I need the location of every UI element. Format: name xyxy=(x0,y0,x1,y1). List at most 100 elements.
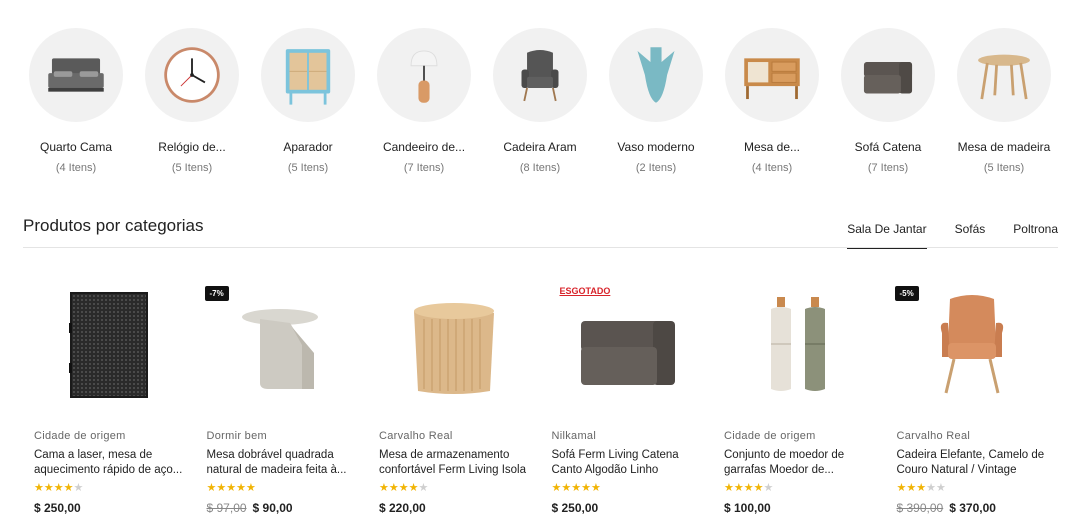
category-count: (5 Itens) xyxy=(287,162,329,174)
product-name[interactable]: Mesa dobrável quadrada natural de madeir… xyxy=(207,448,357,478)
bed-icon xyxy=(48,58,104,92)
star-filled-icon: ★ xyxy=(246,482,256,494)
product-name[interactable]: Mesa de armazenamento confortável Ferm L… xyxy=(379,448,529,478)
star-empty-icon: ★ xyxy=(936,482,946,494)
category-name[interactable]: Candeeiro de... xyxy=(383,140,465,154)
category-count: (8 Itens) xyxy=(519,162,561,174)
product-price: $ 90,00 xyxy=(252,501,293,515)
star-filled-icon: ★ xyxy=(916,482,927,494)
star-filled-icon: ★ xyxy=(561,482,572,494)
product-price: $ 250,00 xyxy=(34,501,81,515)
category-item[interactable]: Aparador (5 Itens) xyxy=(250,28,366,174)
product-image[interactable]: ESGOTADO xyxy=(552,268,702,418)
category-name[interactable]: Mesa de... xyxy=(744,140,800,154)
star-empty-icon: ★ xyxy=(926,482,936,494)
tab-poltrona[interactable]: Poltrona xyxy=(1013,222,1058,249)
product-rating: ★★★★★ xyxy=(379,482,552,494)
product-price-block: $ 250,00 xyxy=(552,501,725,515)
star-filled-icon: ★ xyxy=(571,482,582,494)
category-name[interactable]: Cadeira Aram xyxy=(503,140,576,154)
product-image[interactable] xyxy=(724,268,874,418)
star-filled-icon: ★ xyxy=(733,482,744,494)
category-name[interactable]: Sofá Catena xyxy=(855,140,922,154)
category-image[interactable] xyxy=(957,28,1051,122)
product-brand: Nilkamal xyxy=(551,430,597,442)
category-name[interactable]: Aparador xyxy=(283,140,332,154)
category-count: (2 Itens) xyxy=(635,162,677,174)
product-price-block: $ 220,00 xyxy=(379,501,552,515)
category-name[interactable]: Relógio de... xyxy=(158,140,225,154)
category-item[interactable]: Quarto Cama (4 Itens) xyxy=(18,28,134,174)
product-brand: Carvalho Real xyxy=(896,430,971,442)
star-filled-icon: ★ xyxy=(581,482,591,494)
star-empty-icon: ★ xyxy=(73,482,84,494)
product-name[interactable]: Conjunto de moedor de garrafas Moedor de… xyxy=(724,448,874,478)
category-item[interactable]: Cadeira Aram (8 Itens) xyxy=(482,28,598,174)
star-filled-icon: ★ xyxy=(743,482,754,494)
product-image[interactable] xyxy=(34,268,184,418)
product-brand: Carvalho Real xyxy=(379,430,453,442)
category-tabs: Sala De Jantar Sofás Poltrona xyxy=(847,222,1058,249)
discount-badge: -5% xyxy=(894,286,919,301)
star-filled-icon: ★ xyxy=(379,482,389,494)
category-image[interactable] xyxy=(145,28,239,122)
vase-icon xyxy=(637,47,675,103)
product-name[interactable]: Sofá Ferm Living Catena Canto Algodão Li… xyxy=(552,448,702,478)
product-image[interactable]: -5% xyxy=(894,268,1047,418)
product-name[interactable]: Cama a laser, mesa de aquecimento rápido… xyxy=(34,448,184,478)
star-empty-icon: ★ xyxy=(763,482,774,494)
product-image[interactable]: -7% xyxy=(204,268,357,418)
category-name[interactable]: Quarto Cama xyxy=(40,140,112,154)
category-image[interactable] xyxy=(377,28,471,122)
star-filled-icon: ★ xyxy=(43,482,54,494)
lamp-icon xyxy=(410,50,438,103)
star-filled-icon: ★ xyxy=(591,482,601,494)
product-card[interactable]: Carvalho Real Mesa de armazenamento conf… xyxy=(379,268,552,515)
product-price-block: $ 100,00 xyxy=(724,501,897,515)
category-image[interactable] xyxy=(609,28,703,122)
category-image[interactable] xyxy=(725,28,819,122)
star-filled-icon: ★ xyxy=(236,482,246,494)
category-image[interactable] xyxy=(493,28,587,122)
star-filled-icon: ★ xyxy=(216,482,227,494)
star-filled-icon: ★ xyxy=(63,482,74,494)
product-name[interactable]: Cadeira Elefante, Camelo de Couro Natura… xyxy=(897,448,1047,478)
product-card[interactable]: -5% Carvalho Real Cadeira Elefante, Came… xyxy=(894,268,1070,515)
product-brand: Dormir bem xyxy=(206,430,267,442)
product-card[interactable]: -7% Dormir bem Mesa dobrável quadrada na… xyxy=(204,268,380,515)
section-divider xyxy=(23,247,1058,248)
product-card[interactable]: Cidade de origem Conjunto de moedor de g… xyxy=(724,268,897,515)
product-old-price: $ 97,00 xyxy=(206,501,247,515)
category-item[interactable]: Relógio de... (5 Itens) xyxy=(134,28,250,174)
wooden-storage-table-icon xyxy=(414,303,494,394)
round-table-icon xyxy=(978,54,1030,100)
star-filled-icon: ★ xyxy=(753,482,764,494)
product-rating: ★★★★★ xyxy=(724,482,897,494)
star-filled-icon: ★ xyxy=(896,482,907,494)
category-item[interactable]: Vaso moderno (2 Itens) xyxy=(598,28,714,174)
tab-sofas[interactable]: Sofás xyxy=(955,222,986,249)
category-item[interactable]: Mesa de... (4 Itens) xyxy=(714,28,830,174)
product-grid: Cidade de origem Cama a laser, mesa de a… xyxy=(34,268,1074,515)
category-count: (4 Itens) xyxy=(751,162,793,174)
product-card[interactable]: Cidade de origem Cama a laser, mesa de a… xyxy=(34,268,207,515)
category-name[interactable]: Vaso moderno xyxy=(617,140,694,154)
product-card[interactable]: ESGOTADO Nilkamal Sofá Ferm Living Caten… xyxy=(552,268,725,515)
sold-out-badge: ESGOTADO xyxy=(559,286,611,296)
category-image[interactable] xyxy=(29,28,123,122)
category-count: (4 Itens) xyxy=(55,162,97,174)
tab-sala-de-jantar[interactable]: Sala De Jantar xyxy=(847,222,927,249)
corner-sofa-icon xyxy=(580,321,675,385)
category-image[interactable] xyxy=(261,28,355,122)
category-item[interactable]: Sofá Catena (7 Itens) xyxy=(830,28,946,174)
product-image[interactable] xyxy=(379,268,529,418)
leather-chair-icon xyxy=(940,295,1003,394)
category-image[interactable] xyxy=(841,28,935,122)
star-filled-icon: ★ xyxy=(408,482,419,494)
discount-badge: -7% xyxy=(204,286,229,301)
category-item[interactable]: Mesa de madeira (5 Itens) xyxy=(946,28,1062,174)
product-price: $ 100,00 xyxy=(724,501,771,515)
category-name[interactable]: Mesa de madeira xyxy=(958,140,1051,154)
desk-icon xyxy=(744,58,800,100)
category-item[interactable]: Candeeiro de... (7 Itens) xyxy=(366,28,482,174)
